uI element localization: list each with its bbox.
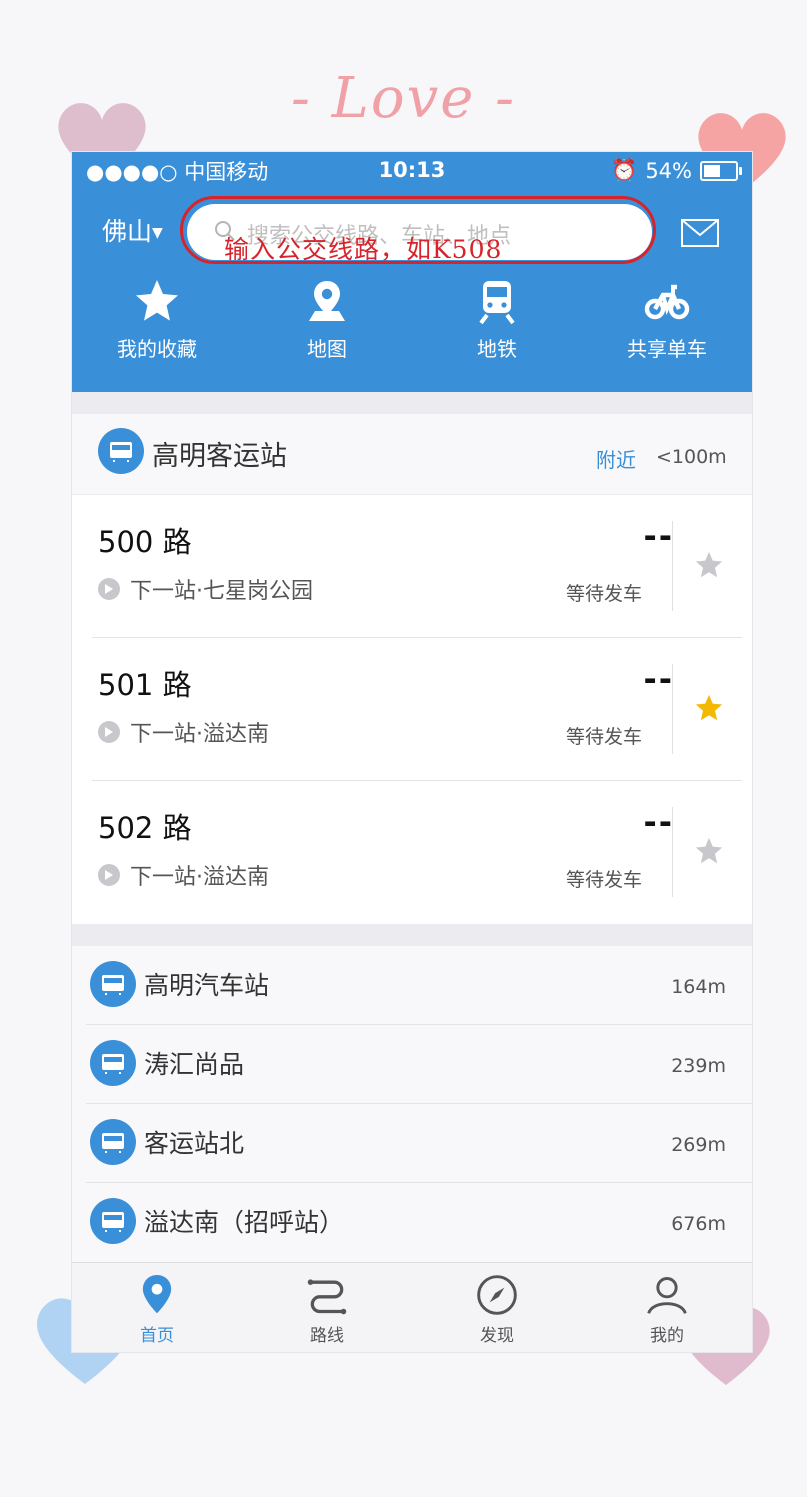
route-row[interactable]: 500 路 下一站·七星岗公园 -- 等待发车 bbox=[72, 495, 752, 638]
next-arrow-icon bbox=[98, 721, 120, 743]
nav-bike-label: 共享单车 bbox=[627, 337, 707, 361]
section-divider bbox=[72, 392, 752, 414]
next-arrow-icon bbox=[98, 864, 120, 886]
station-distance: <100m bbox=[656, 446, 727, 468]
route-row[interactable]: 502 路 下一站·溢达南 -- 等待发车 bbox=[72, 781, 752, 924]
city-selector[interactable]: 佛山▼ bbox=[102, 212, 163, 248]
next-arrow-icon bbox=[98, 578, 120, 600]
nearby-stop-row[interactable]: 涛汇尚品 239m bbox=[72, 1025, 752, 1104]
bus-stop-icon bbox=[90, 961, 136, 1007]
tab-profile[interactable]: 我的 bbox=[582, 1263, 752, 1352]
status-bar: ●●●●○ 中国移动 10:13 ⏰ 54% bbox=[72, 152, 752, 192]
nearby-stop-row[interactable]: 高明汽车站 164m bbox=[72, 946, 752, 1025]
star-icon bbox=[136, 280, 178, 321]
tab-home[interactable]: 首页 bbox=[72, 1263, 242, 1352]
section-divider bbox=[72, 924, 752, 946]
tab-routes-label: 路线 bbox=[310, 1326, 344, 1346]
nav-map-label: 地图 bbox=[307, 337, 347, 361]
route-eta: -- bbox=[643, 660, 674, 698]
next-stop: 下一站·七星岗公园 bbox=[130, 579, 313, 604]
tab-home-label: 首页 bbox=[140, 1326, 174, 1346]
phone-screen: ●●●●○ 中国移动 10:13 ⏰ 54% 佛山▼ 搜索公交线路、车站、地点 … bbox=[72, 152, 752, 1352]
home-pin-icon bbox=[142, 1275, 172, 1314]
station-header[interactable]: 高明客运站 附近 <100m bbox=[72, 414, 752, 495]
next-stop: 下一站·溢达南 bbox=[130, 722, 269, 747]
stop-name: 溢达南（招呼站） bbox=[144, 1208, 345, 1237]
stop-distance: 164m bbox=[671, 976, 726, 998]
compass-icon bbox=[477, 1275, 517, 1315]
annotation-text: 输入公交线路，如K508 bbox=[224, 235, 503, 264]
battery-percent: 54% bbox=[645, 158, 692, 183]
stop-name: 高明汽车站 bbox=[144, 971, 270, 1000]
route-eta: -- bbox=[643, 517, 674, 555]
nav-subway-label: 地铁 bbox=[477, 337, 517, 361]
route-status: 等待发车 bbox=[565, 726, 642, 748]
route-icon bbox=[307, 1279, 347, 1315]
nav-subway[interactable]: 地铁 bbox=[412, 277, 582, 387]
city-label: 佛山 bbox=[102, 217, 153, 246]
nav-map[interactable]: 地图 bbox=[242, 277, 412, 387]
nav-favorites-label: 我的收藏 bbox=[117, 337, 197, 361]
route-row[interactable]: 501 路 下一站·溢达南 -- 等待发车 bbox=[72, 638, 752, 781]
battery-icon bbox=[700, 160, 742, 181]
profile-icon bbox=[647, 1277, 687, 1315]
quick-nav: 我的收藏 地图 地铁 共享单车 bbox=[72, 277, 752, 387]
route-name: 500 路 bbox=[98, 525, 192, 559]
next-stop: 下一站·溢达南 bbox=[130, 865, 269, 890]
alarm-icon: ⏰ bbox=[611, 158, 638, 182]
favorite-star-icon[interactable] bbox=[694, 693, 724, 723]
nearby-label: 附近 bbox=[596, 448, 636, 472]
route-eta: -- bbox=[643, 803, 674, 841]
tab-profile-label: 我的 bbox=[650, 1326, 684, 1346]
header-panel: ●●●●○ 中国移动 10:13 ⏰ 54% 佛山▼ 搜索公交线路、车站、地点 … bbox=[72, 152, 752, 392]
bus-stop-icon bbox=[90, 1040, 136, 1086]
route-status: 等待发车 bbox=[565, 583, 642, 605]
bus-stop-icon bbox=[90, 1119, 136, 1165]
subway-icon bbox=[479, 281, 515, 325]
stop-distance: 269m bbox=[671, 1134, 726, 1156]
nearby-stop-row[interactable]: 溢达南（招呼站） 676m bbox=[72, 1183, 752, 1262]
dropdown-caret-icon: ▼ bbox=[152, 225, 163, 241]
favorite-star-icon[interactable] bbox=[694, 550, 724, 580]
stop-distance: 239m bbox=[671, 1055, 726, 1077]
mail-icon[interactable] bbox=[680, 218, 720, 248]
nav-bike-share[interactable]: 共享单车 bbox=[582, 277, 752, 387]
stop-name: 涛汇尚品 bbox=[144, 1050, 245, 1079]
stop-distance: 676m bbox=[671, 1213, 726, 1235]
tab-bar: 首页 路线 发现 我的 bbox=[72, 1262, 752, 1352]
map-pin-icon bbox=[309, 281, 345, 321]
bus-stop-icon bbox=[98, 428, 144, 474]
route-status: 等待发车 bbox=[565, 869, 642, 891]
route-name: 502 路 bbox=[98, 811, 192, 845]
tab-discover-label: 发现 bbox=[480, 1326, 514, 1346]
route-name: 501 路 bbox=[98, 668, 192, 702]
bicycle-icon bbox=[644, 284, 690, 320]
favorite-star-icon[interactable] bbox=[694, 836, 724, 866]
stop-name: 客运站北 bbox=[144, 1129, 245, 1158]
station-name: 高明客运站 bbox=[152, 441, 287, 472]
tab-routes[interactable]: 路线 bbox=[242, 1263, 412, 1352]
tab-discover[interactable]: 发现 bbox=[412, 1263, 582, 1352]
bus-stop-icon bbox=[90, 1198, 136, 1244]
nearby-stop-row[interactable]: 客运站北 269m bbox=[72, 1104, 752, 1183]
nav-favorites[interactable]: 我的收藏 bbox=[72, 277, 242, 387]
